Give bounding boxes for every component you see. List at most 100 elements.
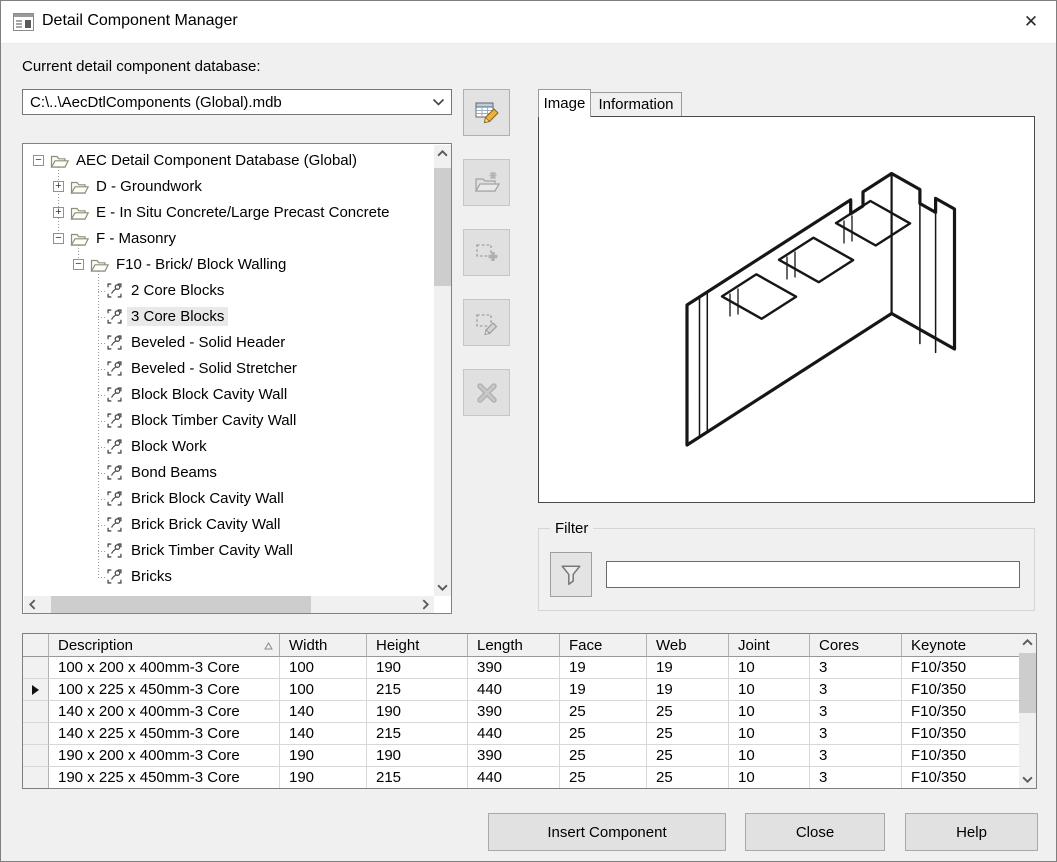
table-cell[interactable]: 190 (367, 657, 468, 679)
row-header-cell[interactable] (23, 745, 49, 767)
scroll-down-icon[interactable] (1019, 771, 1036, 788)
tab-information[interactable]: Information (590, 92, 682, 117)
tree-collapse-icon[interactable]: − (33, 155, 44, 166)
tree-item-component[interactable]: Brick Brick Cavity Wall (24, 512, 433, 538)
table-cell[interactable]: 100 (280, 657, 367, 679)
table-cell[interactable]: 25 (647, 723, 729, 745)
table-cell[interactable]: 25 (560, 745, 647, 767)
table-cell[interactable]: 390 (468, 745, 560, 767)
column-header-description[interactable]: Description (49, 634, 280, 657)
tree-collapse-icon[interactable]: − (73, 259, 84, 270)
table-vertical-scrollbar[interactable] (1019, 634, 1036, 788)
scrollbar-thumb[interactable] (434, 168, 451, 286)
table-row[interactable]: 190 x 225 x 450mm-3 Core1902154402525103… (23, 767, 1036, 789)
scroll-left-icon[interactable] (24, 596, 41, 613)
tree-item-component[interactable]: Brick Block Cavity Wall (24, 486, 433, 512)
table-cell[interactable]: F10/350 (902, 745, 1021, 767)
table-row[interactable]: 190 x 200 x 400mm-3 Core1901903902525103… (23, 745, 1036, 767)
table-cell[interactable]: 25 (647, 701, 729, 723)
help-button[interactable]: Help (905, 813, 1038, 851)
table-cell[interactable]: 10 (729, 767, 810, 789)
tree-horizontal-scrollbar[interactable] (24, 596, 434, 613)
table-cell[interactable]: 19 (560, 657, 647, 679)
close-dialog-button[interactable]: Close (745, 813, 885, 851)
table-cell[interactable]: 190 (280, 745, 367, 767)
row-header-cell[interactable] (23, 767, 49, 789)
table-cell[interactable]: 440 (468, 679, 560, 701)
tree-item-folder[interactable]: +D - Groundwork (24, 174, 433, 200)
table-cell[interactable]: 390 (468, 657, 560, 679)
tree-item-component[interactable]: 3 Core Blocks (24, 304, 433, 330)
table-cell[interactable]: 440 (468, 723, 560, 745)
row-header-cell[interactable] (23, 723, 49, 745)
tree-item-folder[interactable]: −F - Masonry (24, 226, 433, 252)
tree-vertical-scrollbar[interactable] (434, 145, 451, 596)
table-row[interactable]: 140 x 200 x 400mm-3 Core1401903902525103… (23, 701, 1036, 723)
tree-item-component[interactable]: Brick Timber Cavity Wall (24, 538, 433, 564)
table-cell[interactable]: 19 (560, 679, 647, 701)
table-cell[interactable]: 25 (560, 701, 647, 723)
tree-item-component[interactable]: 2 Core Blocks (24, 278, 433, 304)
table-cell[interactable]: 10 (729, 701, 810, 723)
table-cell[interactable]: F10/350 (902, 679, 1021, 701)
table-cell[interactable]: 140 x 200 x 400mm-3 Core (49, 701, 280, 723)
table-cell[interactable]: 215 (367, 723, 468, 745)
edit-database-button[interactable] (463, 89, 510, 136)
table-cell[interactable]: 190 x 200 x 400mm-3 Core (49, 745, 280, 767)
table-cell[interactable]: 25 (560, 723, 647, 745)
table-cell[interactable]: 3 (810, 679, 902, 701)
filter-button[interactable] (550, 552, 592, 597)
column-header-cores[interactable]: Cores (810, 634, 902, 657)
table-cell[interactable]: 3 (810, 767, 902, 789)
column-header-height[interactable]: Height (367, 634, 468, 657)
table-cell[interactable]: 390 (468, 701, 560, 723)
scroll-up-icon[interactable] (434, 145, 451, 162)
tree-collapse-icon[interactable]: − (53, 233, 64, 244)
database-combobox[interactable]: C:\..\AecDtlComponents (Global).mdb (22, 89, 452, 115)
table-cell[interactable]: 19 (647, 657, 729, 679)
tree-item-folder[interactable]: −F10 - Brick/ Block Walling (24, 252, 433, 278)
table-cell[interactable]: 3 (810, 723, 902, 745)
table-cell[interactable]: 215 (367, 767, 468, 789)
column-header-width[interactable]: Width (280, 634, 367, 657)
scrollbar-thumb[interactable] (1019, 653, 1036, 713)
tree-item-component[interactable]: Beveled - Solid Stretcher (24, 356, 433, 382)
table-cell[interactable]: 25 (560, 767, 647, 789)
table-cell[interactable]: 10 (729, 723, 810, 745)
table-cell[interactable]: F10/350 (902, 767, 1021, 789)
tree-item-component[interactable]: Bond Beams (24, 460, 433, 486)
scrollbar-thumb[interactable] (51, 596, 311, 613)
table-cell[interactable]: 190 (367, 701, 468, 723)
delete-component-button[interactable] (463, 369, 510, 416)
table-cell[interactable]: F10/350 (902, 723, 1021, 745)
tree-item-component[interactable]: Block Block Cavity Wall (24, 382, 433, 408)
edit-component-button[interactable] (463, 299, 510, 346)
row-header-cell[interactable] (23, 657, 49, 679)
insert-component-button[interactable]: Insert Component (488, 813, 726, 851)
table-cell[interactable]: 140 (280, 701, 367, 723)
table-cell[interactable]: 140 (280, 723, 367, 745)
column-header-web[interactable]: Web (647, 634, 729, 657)
column-header-face[interactable]: Face (560, 634, 647, 657)
table-cell[interactable]: 190 (280, 767, 367, 789)
table-cell[interactable]: 190 (367, 745, 468, 767)
tree-expand-icon[interactable]: + (53, 207, 64, 218)
table-cell[interactable]: F10/350 (902, 657, 1021, 679)
tree-item-component[interactable]: Block Work (24, 434, 433, 460)
table-cell[interactable]: 140 x 225 x 450mm-3 Core (49, 723, 280, 745)
filter-input[interactable] (606, 561, 1020, 588)
table-cell[interactable]: 215 (367, 679, 468, 701)
column-header-length[interactable]: Length (468, 634, 560, 657)
row-header-cell[interactable] (23, 679, 49, 701)
table-cell[interactable]: F10/350 (902, 701, 1021, 723)
tree-item-component[interactable]: Bricks (24, 564, 433, 590)
table-row[interactable]: 100 x 225 x 450mm-3 Core1002154401919103… (23, 679, 1036, 701)
tree-item-folder[interactable]: −AEC Detail Component Database (Global) (24, 148, 433, 174)
table-row[interactable]: 100 x 200 x 400mm-3 Core1001903901919103… (23, 657, 1036, 679)
table-cell[interactable]: 25 (647, 745, 729, 767)
column-header-keynote[interactable]: Keynote (902, 634, 1021, 657)
table-cell[interactable]: 10 (729, 657, 810, 679)
table-cell[interactable]: 3 (810, 745, 902, 767)
table-cell[interactable]: 19 (647, 679, 729, 701)
close-button[interactable]: ✕ (1016, 7, 1046, 37)
